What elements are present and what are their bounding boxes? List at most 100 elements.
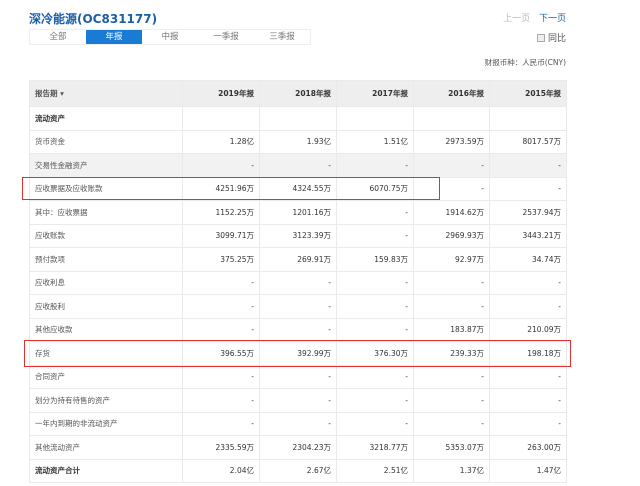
cell-value: - [336,411,414,436]
cell-value: - [336,388,414,413]
cell-value: - [413,388,490,413]
cell-value: - [413,364,490,389]
yoy-toggle[interactable]: 同比 [536,31,566,44]
cell-value: - [259,153,337,178]
tab-q3[interactable]: 三季报 [254,30,310,44]
column-header: 2017年报 [336,80,414,107]
cell-value: 396.55万 [182,341,260,366]
cell-value: - [413,411,490,436]
row-label: 预付款项 [29,247,183,272]
cell-value: 2973.59万 [413,129,490,154]
prev-page-link[interactable]: 上一页 [503,14,530,24]
column-header: 2018年报 [259,80,337,107]
cell-value: - [489,364,567,389]
cell-value [182,106,260,131]
table-row: 货币资金 1.28亿 1.93亿 1.51亿 2973.59万 8017.57万 [29,129,567,154]
cell-value: 2.51亿 [336,458,414,483]
cell-value: 198.18万 [489,341,567,366]
table-row: 划分为持有待售的资产 - - - - - [29,388,567,413]
cell-value: - [259,388,337,413]
cell-value: 3099.71万 [182,223,260,248]
cell-value: 210.09万 [489,317,567,342]
yoy-label: 同比 [547,34,566,44]
cell-value: 1201.16万 [259,200,337,225]
cell-value: - [489,270,567,295]
cell-value: 269.91万 [259,247,337,272]
cell-value: - [259,294,337,319]
table-row: 存货 396.55万 392.99万 376.30万 239.33万 198.18万 [29,341,567,366]
table-header: 报告期 ▾ 2019年报 2018年报 2017年报 2016年报 2015年报 [29,80,567,107]
cell-value: 3123.39万 [259,223,337,248]
cell-value: - [489,388,567,413]
cell-value: - [182,294,260,319]
cell-value: 239.33万 [413,341,490,366]
table-row: 流动资产合计 2.04亿 2.67亿 2.51亿 1.37亿 1.47亿 [29,458,567,483]
cell-value: 376.30万 [336,341,414,366]
cell-value: 183.87万 [413,317,490,342]
row-label: 划分为持有待售的资产 [29,388,183,413]
row-label: 流动资产 [29,106,183,131]
cell-value: 2335.59万 [182,435,260,460]
cell-value: 1.28亿 [182,129,260,154]
row-label: 应收票据及应收账款 [29,176,183,201]
cell-value: - [182,270,260,295]
pager: 上一页 下一页 [503,11,566,24]
cell-value: - [259,317,337,342]
column-header-period[interactable]: 报告期 ▾ [29,80,183,107]
cell-value: - [489,153,567,178]
column-header: 2016年报 [413,80,490,107]
tab-annual[interactable]: 年报 [86,30,142,44]
cell-value: - [489,294,567,319]
cell-value: 34.74万 [489,247,567,272]
next-page-link[interactable]: 下一页 [539,14,566,24]
table-row: 应收股利 - - - - - [29,294,567,319]
cell-value: 2.67亿 [259,458,337,483]
cell-value: 2969.93万 [413,223,490,248]
row-label: 应收账款 [29,223,183,248]
tab-interim[interactable]: 中报 [142,30,198,44]
cell-value: 1.93亿 [259,129,337,154]
cell-value: 1.47亿 [489,458,567,483]
row-label: 交易性金融资产 [29,153,183,178]
cell-value: 6070.75万 [336,176,414,201]
cell-value: 5353.07万 [413,435,490,460]
cell-value: - [336,364,414,389]
cell-value: - [336,223,414,248]
yoy-checkbox[interactable] [536,33,545,42]
table-row: 合同资产 - - - - - [29,364,567,389]
table-row: 一年内到期的非流动资产 - - - - - [29,411,567,436]
row-label: 应收利息 [29,270,183,295]
cell-value: 1.51亿 [336,129,414,154]
cell-value: - [182,364,260,389]
column-header: 2019年报 [182,80,260,107]
cell-value: 2.04亿 [182,458,260,483]
table-row: 其他流动资产 2335.59万 2304.23万 3218.77万 5353.07万 26… [29,435,567,460]
row-label: 应收股利 [29,294,183,319]
cell-value: - [182,153,260,178]
cell-value: 2304.23万 [259,435,337,460]
balance-sheet-table: 报告期 ▾ 2019年报 2018年报 2017年报 2016年报 2015年报 流动资产… [29,80,567,483]
tab-q1[interactable]: 一季报 [198,30,254,44]
cell-value [413,106,490,131]
cell-value [259,106,337,131]
cell-value: - [413,176,490,201]
row-label: 合同资产 [29,364,183,389]
row-label: 货币资金 [29,129,183,154]
row-label: 一年内到期的非流动资产 [29,411,183,436]
table-row: 预付款项 375.25万 269.91万 159.83万 92.97万 34.74万 [29,247,567,272]
cell-value: 392.99万 [259,341,337,366]
table-row: 流动资产 [29,106,567,131]
cell-value: - [489,176,567,201]
cell-value: - [259,411,337,436]
cell-value: 8017.57万 [489,129,567,154]
table-row: 交易性金融资产 - - - - - [29,153,567,178]
cell-value: - [259,364,337,389]
tab-all[interactable]: 全部 [30,30,86,44]
table-row: 应收账款 3099.71万 3123.39万 -2969.93万 3443.21万 [29,223,567,248]
cell-value: - [259,270,337,295]
cell-value: - [336,200,414,225]
cell-value: - [182,317,260,342]
cell-value: - [336,270,414,295]
cell-value: 3218.77万 [336,435,414,460]
row-label: 流动资产合计 [29,458,183,483]
